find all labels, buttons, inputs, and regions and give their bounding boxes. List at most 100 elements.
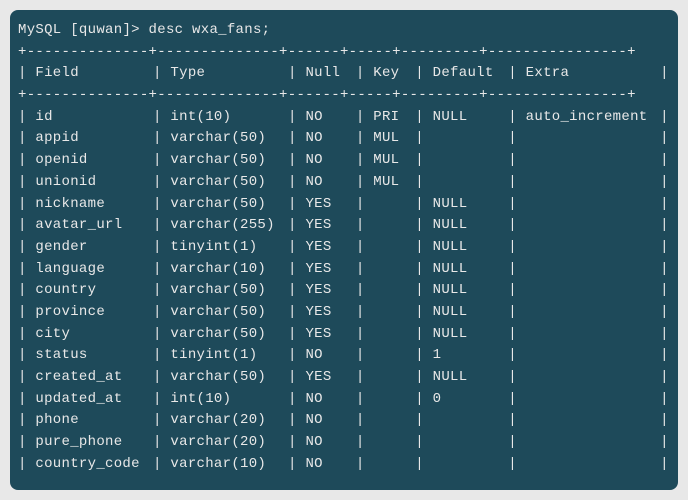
table-cell-key <box>373 454 415 476</box>
table-cell-key <box>373 237 415 259</box>
table-cell-null: YES <box>305 237 355 259</box>
table-cell-key <box>373 280 415 302</box>
table-cell-extra <box>526 345 660 367</box>
header-key: Key <box>373 63 415 85</box>
table-cell-key <box>373 345 415 367</box>
table-cell-key: MUL <box>373 128 415 150</box>
table-cell-field: nickname <box>35 194 153 216</box>
table-cell-type: varchar(50) <box>170 324 288 346</box>
table-cell-default: NULL <box>433 280 509 302</box>
table-cell-null: YES <box>305 194 355 216</box>
table-cell-key: MUL <box>373 172 415 194</box>
table-cell-default: NULL <box>433 367 509 389</box>
table-cell-default: NULL <box>433 302 509 324</box>
table-cell-type: varchar(20) <box>170 432 288 454</box>
table-cell-null: NO <box>305 389 355 411</box>
table-cell-default <box>433 128 509 150</box>
table-cell-default <box>433 432 509 454</box>
table-cell-null: YES <box>305 215 355 237</box>
table-cell-extra <box>526 432 660 454</box>
table-cell-field: country_code <box>35 454 153 476</box>
table-cell-extra: auto_increment <box>526 107 660 129</box>
table-cell-null: NO <box>305 150 355 172</box>
table-cell-field: province <box>35 302 153 324</box>
table-cell-key <box>373 302 415 324</box>
table-cell-default: NULL <box>433 237 509 259</box>
table-cell-default: NULL <box>433 259 509 281</box>
table-cell-default: NULL <box>433 215 509 237</box>
table-cell-null: YES <box>305 367 355 389</box>
table-cell-field: city <box>35 324 153 346</box>
table-cell-field: phone <box>35 410 153 432</box>
header-null: Null <box>305 63 355 85</box>
table-cell-type: varchar(50) <box>170 172 288 194</box>
table-cell-default: 1 <box>433 345 509 367</box>
table-cell-key <box>373 432 415 454</box>
table-cell-default <box>433 172 509 194</box>
table-cell-extra <box>526 215 660 237</box>
table-cell-null: NO <box>305 345 355 367</box>
table-cell-key <box>373 215 415 237</box>
table-cell-null: NO <box>305 454 355 476</box>
table-cell-key <box>373 324 415 346</box>
table-cell-default <box>433 410 509 432</box>
table-cell-type: varchar(10) <box>170 454 288 476</box>
table-cell-null: YES <box>305 302 355 324</box>
table-cell-extra <box>526 259 660 281</box>
table-cell-type: varchar(50) <box>170 150 288 172</box>
table-cell-extra <box>526 280 660 302</box>
table-cell-extra <box>526 150 660 172</box>
table-cell-type: varchar(10) <box>170 259 288 281</box>
table-cell-field: created_at <box>35 367 153 389</box>
table-cell-type: int(10) <box>170 389 288 411</box>
table-cell-null: YES <box>305 280 355 302</box>
header-default: Default <box>433 63 509 85</box>
table-cell-field: gender <box>35 237 153 259</box>
table-cell-field: id <box>35 107 153 129</box>
table-cell-type: int(10) <box>170 107 288 129</box>
table-cell-field: unionid <box>35 172 153 194</box>
header-field: Field <box>35 63 153 85</box>
table-cell-type: varchar(50) <box>170 302 288 324</box>
table-cell-default <box>433 150 509 172</box>
terminal-output: MySQL [quwan]> desc wxa_fans; +---------… <box>10 10 678 490</box>
table-cell-field: updated_at <box>35 389 153 411</box>
table-cell-field: appid <box>35 128 153 150</box>
table-cell-type: tinyint(1) <box>170 345 288 367</box>
table-cell-extra <box>526 302 660 324</box>
header-extra: Extra <box>526 63 660 85</box>
table-cell-key <box>373 194 415 216</box>
table-cell-field: avatar_url <box>35 215 153 237</box>
table-cell-null: YES <box>305 259 355 281</box>
table-cell-type: tinyint(1) <box>170 237 288 259</box>
prompt-suffix: ]> <box>122 22 148 38</box>
table-cell-null: NO <box>305 410 355 432</box>
table-cell-extra <box>526 128 660 150</box>
table-cell-field: pure_phone <box>35 432 153 454</box>
table-cell-default: NULL <box>433 324 509 346</box>
table-rows: | id | int(10) | NO | PRI | NULL | auto_… <box>18 107 670 476</box>
prompt-db: quwan <box>79 22 123 38</box>
table-cell-extra <box>526 194 660 216</box>
table-cell-type: varchar(50) <box>170 194 288 216</box>
table-cell-null: NO <box>305 432 355 454</box>
table-divider: +--------------+--------------+------+--… <box>18 87 636 103</box>
table-cell-key <box>373 259 415 281</box>
table-cell-extra <box>526 367 660 389</box>
table-cell-field: language <box>35 259 153 281</box>
table-cell-key: PRI <box>373 107 415 129</box>
table-cell-type: varchar(50) <box>170 280 288 302</box>
table-cell-field: openid <box>35 150 153 172</box>
table-divider: +--------------+--------------+------+--… <box>18 44 636 60</box>
table-cell-default: 0 <box>433 389 509 411</box>
table-cell-extra <box>526 237 660 259</box>
table-cell-extra <box>526 389 660 411</box>
table-cell-type: varchar(50) <box>170 367 288 389</box>
table-cell-null: NO <box>305 107 355 129</box>
table-cell-extra <box>526 172 660 194</box>
table-cell-type: varchar(50) <box>170 128 288 150</box>
table-cell-default: NULL <box>433 194 509 216</box>
prompt-prefix: MySQL [ <box>18 22 79 38</box>
table-cell-key <box>373 410 415 432</box>
table-cell-extra <box>526 410 660 432</box>
